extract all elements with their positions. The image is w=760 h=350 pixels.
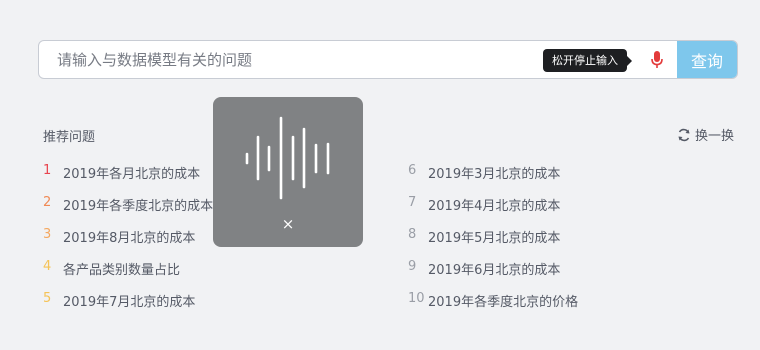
- question-rank: 7: [408, 195, 417, 210]
- microphone-icon[interactable]: [647, 50, 667, 70]
- question-rank: 6: [408, 163, 417, 178]
- sound-wave-icon: [245, 116, 330, 200]
- question-item[interactable]: 5 2019年7月北京的成本: [43, 291, 195, 310]
- question-item[interactable]: 2 2019年各季度北京的成本: [43, 195, 213, 214]
- question-item[interactable]: 10 2019年各季度北京的价格: [408, 291, 578, 310]
- close-icon[interactable]: ×: [281, 217, 295, 232]
- question-item[interactable]: 8 2019年5月北京的成本: [408, 227, 560, 246]
- question-item[interactable]: 4 各产品类别数量占比: [43, 259, 180, 278]
- question-text: 2019年4月北京的成本: [428, 199, 561, 214]
- question-text: 2019年各季度北京的成本: [63, 199, 214, 214]
- question-text: 2019年8月北京的成本: [63, 231, 196, 246]
- question-rank: 8: [408, 227, 417, 242]
- question-rank: 5: [43, 291, 52, 306]
- question-text: 2019年5月北京的成本: [428, 231, 561, 246]
- voice-recording-overlay: ×: [213, 97, 363, 247]
- question-rank: 1: [43, 163, 52, 178]
- query-button[interactable]: 查询: [677, 41, 737, 78]
- question-item[interactable]: 6 2019年3月北京的成本: [408, 163, 560, 182]
- question-text: 各产品类别数量占比: [63, 263, 181, 278]
- question-item[interactable]: 1 2019年各月北京的成本: [43, 163, 200, 182]
- recommend-title: 推荐问题: [43, 130, 96, 145]
- voice-tooltip: 松开停止输入: [543, 49, 632, 72]
- question-rank: 10: [408, 291, 425, 306]
- question-item[interactable]: 9 2019年6月北京的成本: [408, 259, 560, 278]
- search-input[interactable]: [39, 41, 529, 78]
- question-item[interactable]: 7 2019年4月北京的成本: [408, 195, 560, 214]
- refresh-icon: [678, 128, 690, 141]
- refresh-label: 换一换: [694, 129, 734, 144]
- question-rank: 3: [43, 227, 52, 242]
- question-text: 2019年7月北京的成本: [63, 295, 196, 310]
- question-text: 2019年各月北京的成本: [63, 167, 201, 182]
- refresh-button[interactable]: 换一换: [677, 125, 734, 144]
- question-text: 2019年各季度北京的价格: [428, 295, 579, 310]
- question-rank: 4: [43, 259, 52, 274]
- question-rank: 9: [408, 259, 417, 274]
- question-item[interactable]: 3 2019年8月北京的成本: [43, 227, 195, 246]
- question-rank: 2: [43, 195, 52, 210]
- search-bar: 松开停止输入 查询: [38, 40, 738, 79]
- question-text: 2019年3月北京的成本: [428, 167, 561, 182]
- question-text: 2019年6月北京的成本: [428, 263, 561, 278]
